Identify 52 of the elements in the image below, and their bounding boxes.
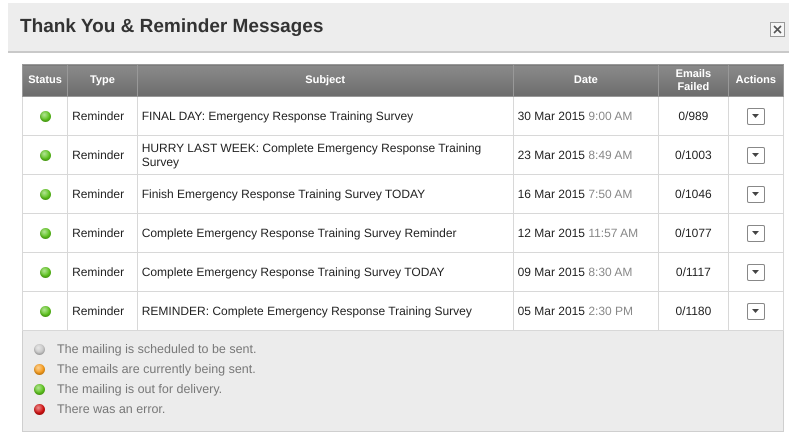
- table-cell: 0/989: [658, 96, 728, 136]
- column-header: Subject: [137, 64, 514, 96]
- date-text: 12 Mar 2015: [518, 226, 585, 240]
- column-header: Type: [68, 64, 138, 96]
- actions-dropdown-button[interactable]: [746, 108, 765, 124]
- actions-dropdown-button[interactable]: [746, 302, 765, 320]
- table-cell: Reminder: [68, 96, 138, 136]
- column-header: Actions: [728, 64, 784, 96]
- caret-icon: [752, 114, 760, 118]
- date-text: 09 Mar 2015: [518, 265, 585, 279]
- column-header: Status: [22, 64, 68, 96]
- actions-dropdown-button[interactable]: [746, 146, 765, 164]
- time-text: 7:50 AM: [588, 187, 632, 201]
- date-text: 30 Mar 2015: [518, 109, 585, 123]
- table-cell: HURRY LAST WEEK: Complete Emergency Response Training Survey: [137, 136, 514, 174]
- date-text: 16 Mar 2015: [518, 187, 585, 201]
- caret-icon: [752, 153, 760, 157]
- table-cell: Complete Emergency Response Training Survey Reminder: [137, 214, 514, 252]
- date-text: 05 Mar 2015: [518, 304, 585, 318]
- time-text: 2:30 PM: [588, 304, 634, 318]
- table-cell: FINAL DAY: Emergency Response Training Survey: [137, 96, 514, 136]
- time-text: 11:57 AM: [588, 226, 638, 240]
- caret-icon: [752, 309, 760, 313]
- actions-dropdown-button[interactable]: [746, 186, 765, 202]
- table-cell: 0/1046: [658, 174, 728, 214]
- column-header: Date: [513, 64, 659, 96]
- table-cell: Finish Emergency Response Training Survey TODAY: [137, 174, 514, 214]
- table-cell: 0/1117: [658, 252, 728, 292]
- time-text: 8:49 AM: [588, 148, 632, 162]
- date-text: 23 Mar 2015: [518, 148, 585, 162]
- dialog-title: Thank You & Reminder Messages: [20, 16, 324, 38]
- table-cell: Reminder: [68, 136, 138, 174]
- legend-text: There was an error.: [57, 402, 166, 416]
- table-cell: Reminder: [68, 174, 138, 214]
- actions-dropdown-button[interactable]: [746, 264, 765, 280]
- actions-dropdown-button[interactable]: [746, 224, 765, 242]
- caret-icon: [752, 231, 760, 235]
- table-cell: 0/1077: [658, 214, 728, 252]
- legend-text: The emails are currently being sent.: [57, 362, 256, 376]
- close-icon: [772, 24, 783, 34]
- close-button[interactable]: [770, 22, 785, 36]
- column-header: Emails Failed: [658, 64, 728, 96]
- legend-text: The mailing is out for delivery.: [57, 382, 222, 396]
- table-cell: Reminder: [68, 252, 138, 292]
- table-cell: Reminder: [68, 214, 138, 252]
- caret-icon: [752, 192, 760, 196]
- time-text: 9:00 AM: [588, 109, 632, 123]
- caret-icon: [752, 270, 760, 274]
- table-cell: 0/1003: [658, 136, 728, 174]
- legend-text: The mailing is scheduled to be sent.: [57, 342, 256, 356]
- table-cell: Complete Emergency Response Training Survey TODAY: [137, 252, 514, 292]
- time-text: 8:30 AM: [588, 265, 632, 279]
